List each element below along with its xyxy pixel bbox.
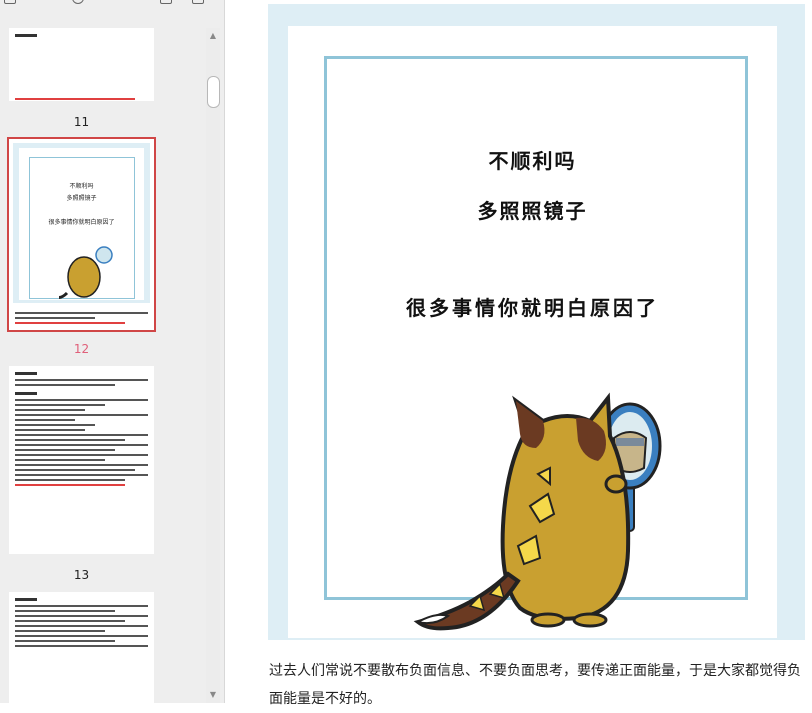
thumb-text-line (15, 459, 105, 461)
page-label-12: 12 (73, 342, 90, 356)
thumb-footer-line (15, 484, 125, 486)
thumb-title-3: 很多事情你就明白原因了 (48, 219, 115, 226)
thumbnail-page-14[interactable] (9, 592, 154, 703)
page-title-line-1: 不顺利吗 (488, 149, 577, 173)
page-illustration-frame: 不顺利吗 多照照镜子 很多事情你就明白原因了 (268, 4, 805, 640)
thumb-text-line (15, 399, 148, 401)
thumb-text-line (15, 469, 135, 471)
settings-icon[interactable] (192, 0, 204, 4)
page-inner-panel: 不顺利吗 多照照镜子 很多事情你就明白原因了 (288, 26, 777, 638)
thumb-text-line (15, 474, 148, 476)
thumbnail-sidebar: 11 不顺利吗 多照照镜子 很多事情你就明白原因了 12 13 ▲ ▼ (0, 0, 225, 703)
thumb-heading (15, 598, 37, 601)
thumbnail-page-11[interactable] (9, 28, 154, 101)
thumb-text-line (15, 379, 148, 381)
page-icon[interactable] (4, 0, 16, 4)
thumb-heading (15, 372, 37, 375)
cat-foot-shape (530, 612, 566, 628)
thumb-text-line (15, 414, 148, 416)
scroll-down-arrow-icon[interactable]: ▼ (206, 689, 220, 701)
thumb-text-line (15, 409, 85, 411)
thumb-heading (15, 34, 37, 37)
thumb-text-line (15, 404, 105, 406)
thumb-text-line (15, 444, 148, 446)
cat-foot-shape (572, 612, 608, 628)
thumb-footer-line (15, 98, 135, 100)
thumb-text-line (15, 640, 115, 642)
thumb-text-line (15, 454, 148, 456)
thumbnail-page-13[interactable] (9, 366, 154, 554)
thumbnail-page-12[interactable]: 不顺利吗 多照照镜子 很多事情你就明白原因了 (7, 137, 156, 332)
bookmark-icon[interactable] (160, 0, 172, 4)
reflected-eyes-shape (616, 438, 644, 446)
thumb-title-1: 不顺利吗 (69, 183, 94, 190)
thumb-text-line (15, 312, 148, 314)
thumb-text-line (15, 464, 148, 466)
thumb-text-line (15, 635, 148, 637)
thumb-text-line (15, 419, 75, 421)
sidebar-toolbar (0, 0, 224, 6)
scroll-up-arrow-icon[interactable]: ▲ (206, 30, 220, 42)
cat-paw-shape (604, 474, 628, 494)
page-title-line-2: 多照照镜子 (477, 199, 588, 223)
thumb-heading (15, 392, 37, 395)
thumb-text-line (15, 479, 125, 481)
page-body-paragraph: 过去人们常说不要散布负面信息、不要负面思考，要传递正面能量，于是大家都觉得负面能… (269, 663, 801, 707)
scrollbar-thumb[interactable] (207, 76, 220, 108)
thumb-text-line (15, 630, 105, 632)
page-label-13: 13 (73, 568, 90, 582)
clock-icon[interactable] (72, 0, 84, 4)
thumb-footer-line (15, 322, 125, 324)
thumb-cat-illustration (59, 246, 113, 299)
page-title-line-3: 很多事情你就明白原因了 (406, 296, 659, 320)
thumb-text-line (15, 645, 148, 647)
thumb-text-line (15, 424, 95, 426)
thumb-text-line (15, 449, 115, 451)
thumb-text-line (15, 439, 125, 441)
sidebar-scrollbar[interactable]: ▲ ▼ (206, 28, 220, 703)
thumb-text-line (15, 317, 95, 319)
thumb-text-line (15, 384, 115, 386)
thumb-text-line (15, 620, 125, 622)
cat-mirror-illustration (413, 392, 662, 631)
thumb-text-line (15, 605, 148, 607)
document-viewer[interactable]: 不顺利吗 多照照镜子 很多事情你就明白原因了 过去人们常说不要散布负面信息、不要… (238, 0, 812, 707)
thumb-text-line (15, 625, 148, 627)
thumb-text-line (15, 615, 148, 617)
thumb-text-line (15, 434, 148, 436)
thumb-text-line (15, 610, 115, 612)
page-label-11: 11 (73, 115, 90, 129)
thumb-text-line (15, 429, 85, 431)
thumb-title-2: 多照照镜子 (66, 195, 97, 202)
